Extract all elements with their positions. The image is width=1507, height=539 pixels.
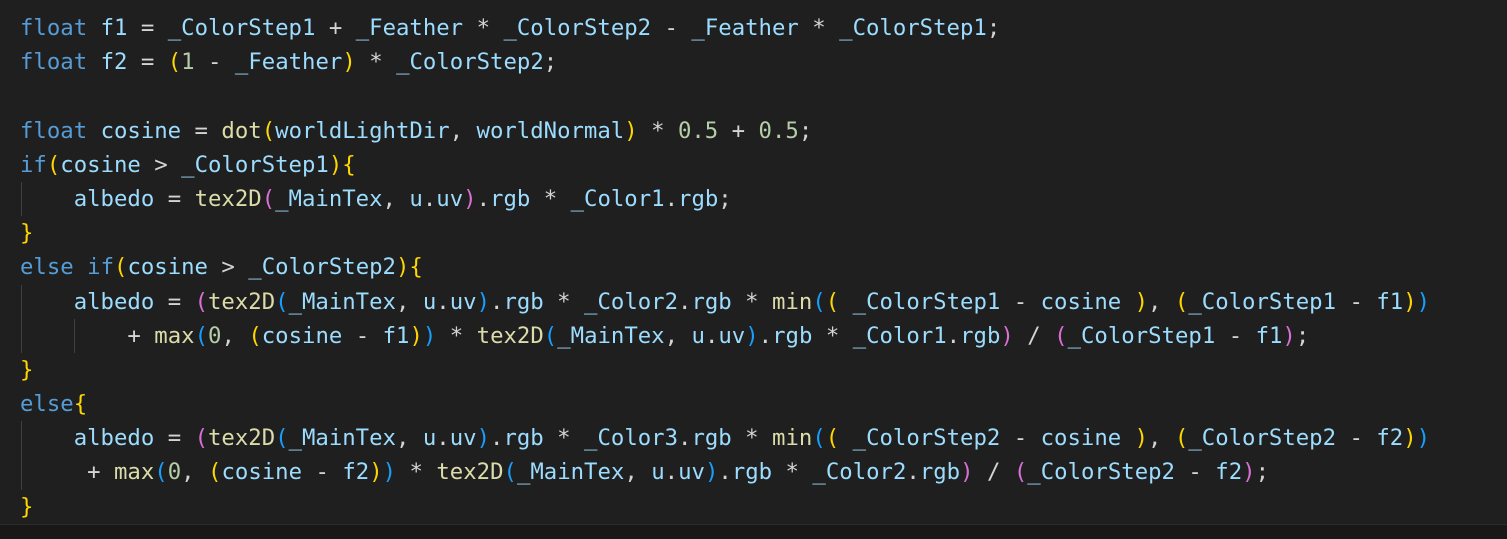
- code-line: else if(cosine > _ColorStep2){: [20, 254, 423, 281]
- editor-bottom-edge: [0, 524, 1507, 539]
- code-content[interactable]: float f1 = _ColorStep1 + _Feather * _Col…: [20, 11, 1430, 524]
- indent-guide: [20, 181, 22, 217]
- code-editor[interactable]: float f1 = _ColorStep1 + _Feather * _Col…: [0, 0, 1507, 524]
- code-line: float cosine = dot(worldLightDir, worldN…: [20, 117, 813, 144]
- indent-guide: [20, 284, 22, 319]
- code-line: }: [20, 493, 34, 520]
- indent-guide: [20, 318, 22, 353]
- code-line: if(cosine > _ColorStep1){: [20, 151, 356, 178]
- code-line: float f2 = (1 - _Feather) * _ColorStep2;: [20, 49, 558, 76]
- indent-guide: [74, 318, 76, 353]
- indent-guide: [20, 455, 22, 490]
- code-line: else{: [20, 391, 88, 418]
- code-line: albedo = tex2D(_MainTex, u.uv).rgb * _Co…: [20, 181, 1430, 217]
- indent-guide: [20, 421, 22, 456]
- code-line: + max(0, (cosine - f1)) * tex2D(_MainTex…: [20, 318, 1430, 353]
- code-line: float f1 = _ColorStep1 + _Feather * _Col…: [20, 15, 1001, 41]
- code-line: }: [20, 356, 34, 383]
- code-line: albedo = (tex2D(_MainTex, u.uv).rgb * _C…: [20, 284, 1430, 319]
- code-line: albedo = (tex2D(_MainTex, u.uv).rgb * _C…: [20, 421, 1430, 456]
- code-line: }: [20, 220, 34, 247]
- code-line: + max(0, (cosine - f2)) * tex2D(_MainTex…: [20, 455, 1430, 490]
